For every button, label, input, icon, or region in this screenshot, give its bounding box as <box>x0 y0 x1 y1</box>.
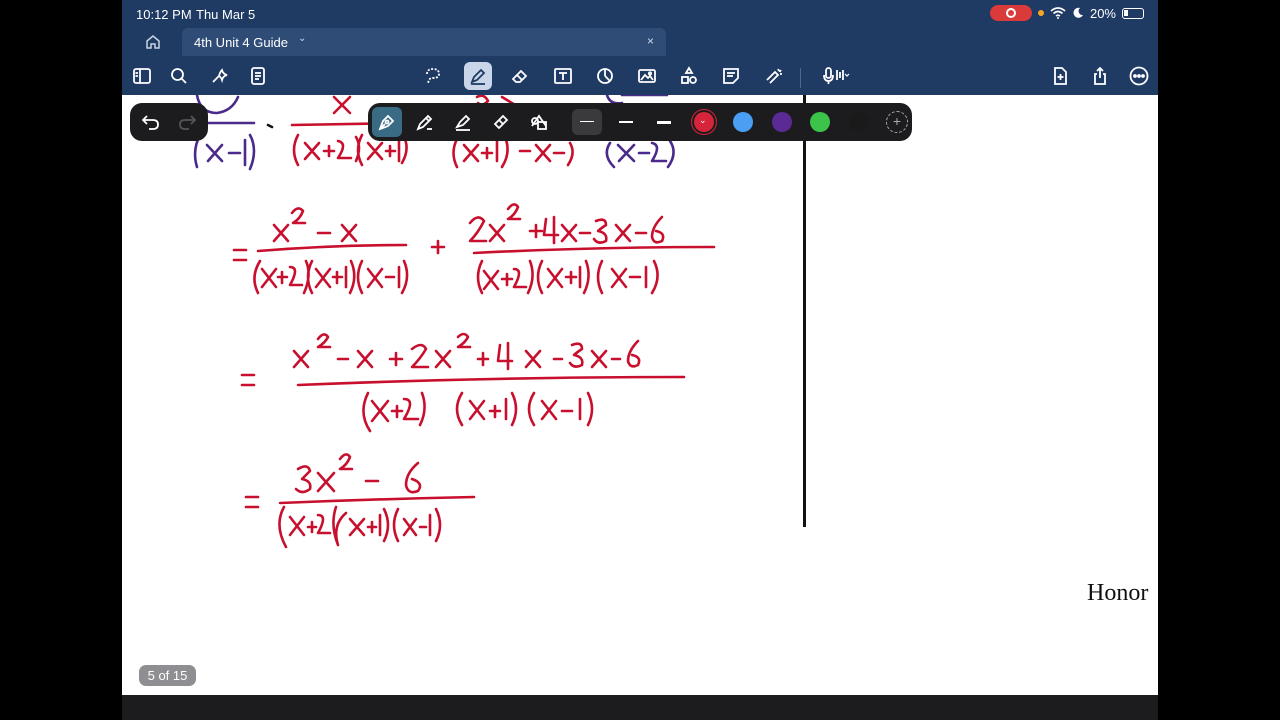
thickness-selected[interactable] <box>572 109 602 135</box>
tab-row: 4th Unit 4 Guide ⌄ × <box>122 28 1158 56</box>
document-tab[interactable]: 4th Unit 4 Guide ⌄ × <box>182 28 666 56</box>
ball-pen-icon[interactable] <box>412 109 438 135</box>
chevron-down-icon: ⌄ <box>699 115 707 125</box>
ai-sparkle-icon[interactable] <box>206 62 234 90</box>
battery-icon <box>1122 7 1144 19</box>
app-header: 10:12 PM Thu Mar 5 20% 4th Unit 4 Guide … <box>122 0 1158 95</box>
chevron-down-icon[interactable]: ⌄ <box>298 33 306 44</box>
sticky-note-icon[interactable] <box>717 62 745 90</box>
status-bar: 10:12 PM Thu Mar 5 20% <box>122 0 1158 28</box>
main-toolbar <box>122 58 1158 94</box>
eraser-icon[interactable] <box>506 62 534 90</box>
screen-recording-icon[interactable] <box>989 5 1032 21</box>
undo-redo-group <box>130 103 208 141</box>
notebook-page[interactable]: Honor ⌄ + 5 of 15 <box>122 95 1158 695</box>
status-time: 10:12 PM <box>136 7 192 22</box>
moon-icon <box>1073 7 1083 18</box>
microphone-icon[interactable] <box>814 62 856 90</box>
more-icon[interactable] <box>1125 62 1153 90</box>
page-indicator: 5 of 15 <box>139 665 196 686</box>
laser-pointer-icon[interactable] <box>760 62 788 90</box>
red-ink-strokes <box>232 95 716 549</box>
search-icon[interactable] <box>165 62 193 90</box>
thickness-thick[interactable] <box>657 121 671 124</box>
handwritten-math <box>192 95 716 549</box>
wifi-icon <box>1050 7 1066 19</box>
close-tab-icon[interactable]: × <box>647 34 654 48</box>
outline-icon[interactable] <box>244 62 272 90</box>
status-indicators: 20% <box>989 5 1144 21</box>
mic-in-use-dot <box>1037 10 1044 16</box>
color-swatch-black[interactable] <box>849 112 869 132</box>
toolbar-divider <box>800 68 801 88</box>
shape-tool-icon[interactable] <box>526 109 552 135</box>
lasso-icon[interactable] <box>419 62 447 90</box>
color-swatch-blue[interactable] <box>733 112 753 132</box>
color-swatch-red[interactable]: ⌄ <box>694 112 714 132</box>
text-icon[interactable] <box>549 62 577 90</box>
elements-icon[interactable] <box>675 62 703 90</box>
pen-toolbar: ⌄ + <box>130 103 912 141</box>
color-swatch-purple[interactable] <box>772 112 792 132</box>
battery-percent: 20% <box>1089 5 1116 21</box>
undo-icon[interactable] <box>138 109 164 135</box>
highlighter-icon[interactable] <box>450 109 476 135</box>
eraser-pen-icon[interactable] <box>488 109 514 135</box>
document-tab-title[interactable]: 4th Unit 4 Guide <box>194 35 288 50</box>
thickness-thin[interactable] <box>580 121 594 122</box>
home-icon[interactable] <box>144 33 162 51</box>
sidebar-icon[interactable] <box>128 62 156 90</box>
pen-icon[interactable] <box>464 62 492 90</box>
add-page-icon[interactable] <box>1046 62 1074 90</box>
share-icon[interactable] <box>1086 62 1114 90</box>
status-date: Thu Mar 5 <box>196 7 256 22</box>
bottom-bar <box>122 695 1158 720</box>
thickness-medium[interactable] <box>619 121 633 123</box>
pen-options-group: ⌄ + <box>368 103 912 141</box>
margin-text: Honor <box>1087 580 1149 606</box>
add-color-icon[interactable]: + <box>886 111 908 133</box>
color-swatch-green[interactable] <box>810 112 830 132</box>
ipad-screen: 10:12 PM Thu Mar 5 20% 4th Unit 4 Guide … <box>122 0 1158 720</box>
fountain-pen-icon[interactable] <box>374 109 400 135</box>
shapes-icon[interactable] <box>591 62 619 90</box>
image-icon[interactable] <box>633 62 661 90</box>
redo-icon[interactable] <box>174 109 200 135</box>
